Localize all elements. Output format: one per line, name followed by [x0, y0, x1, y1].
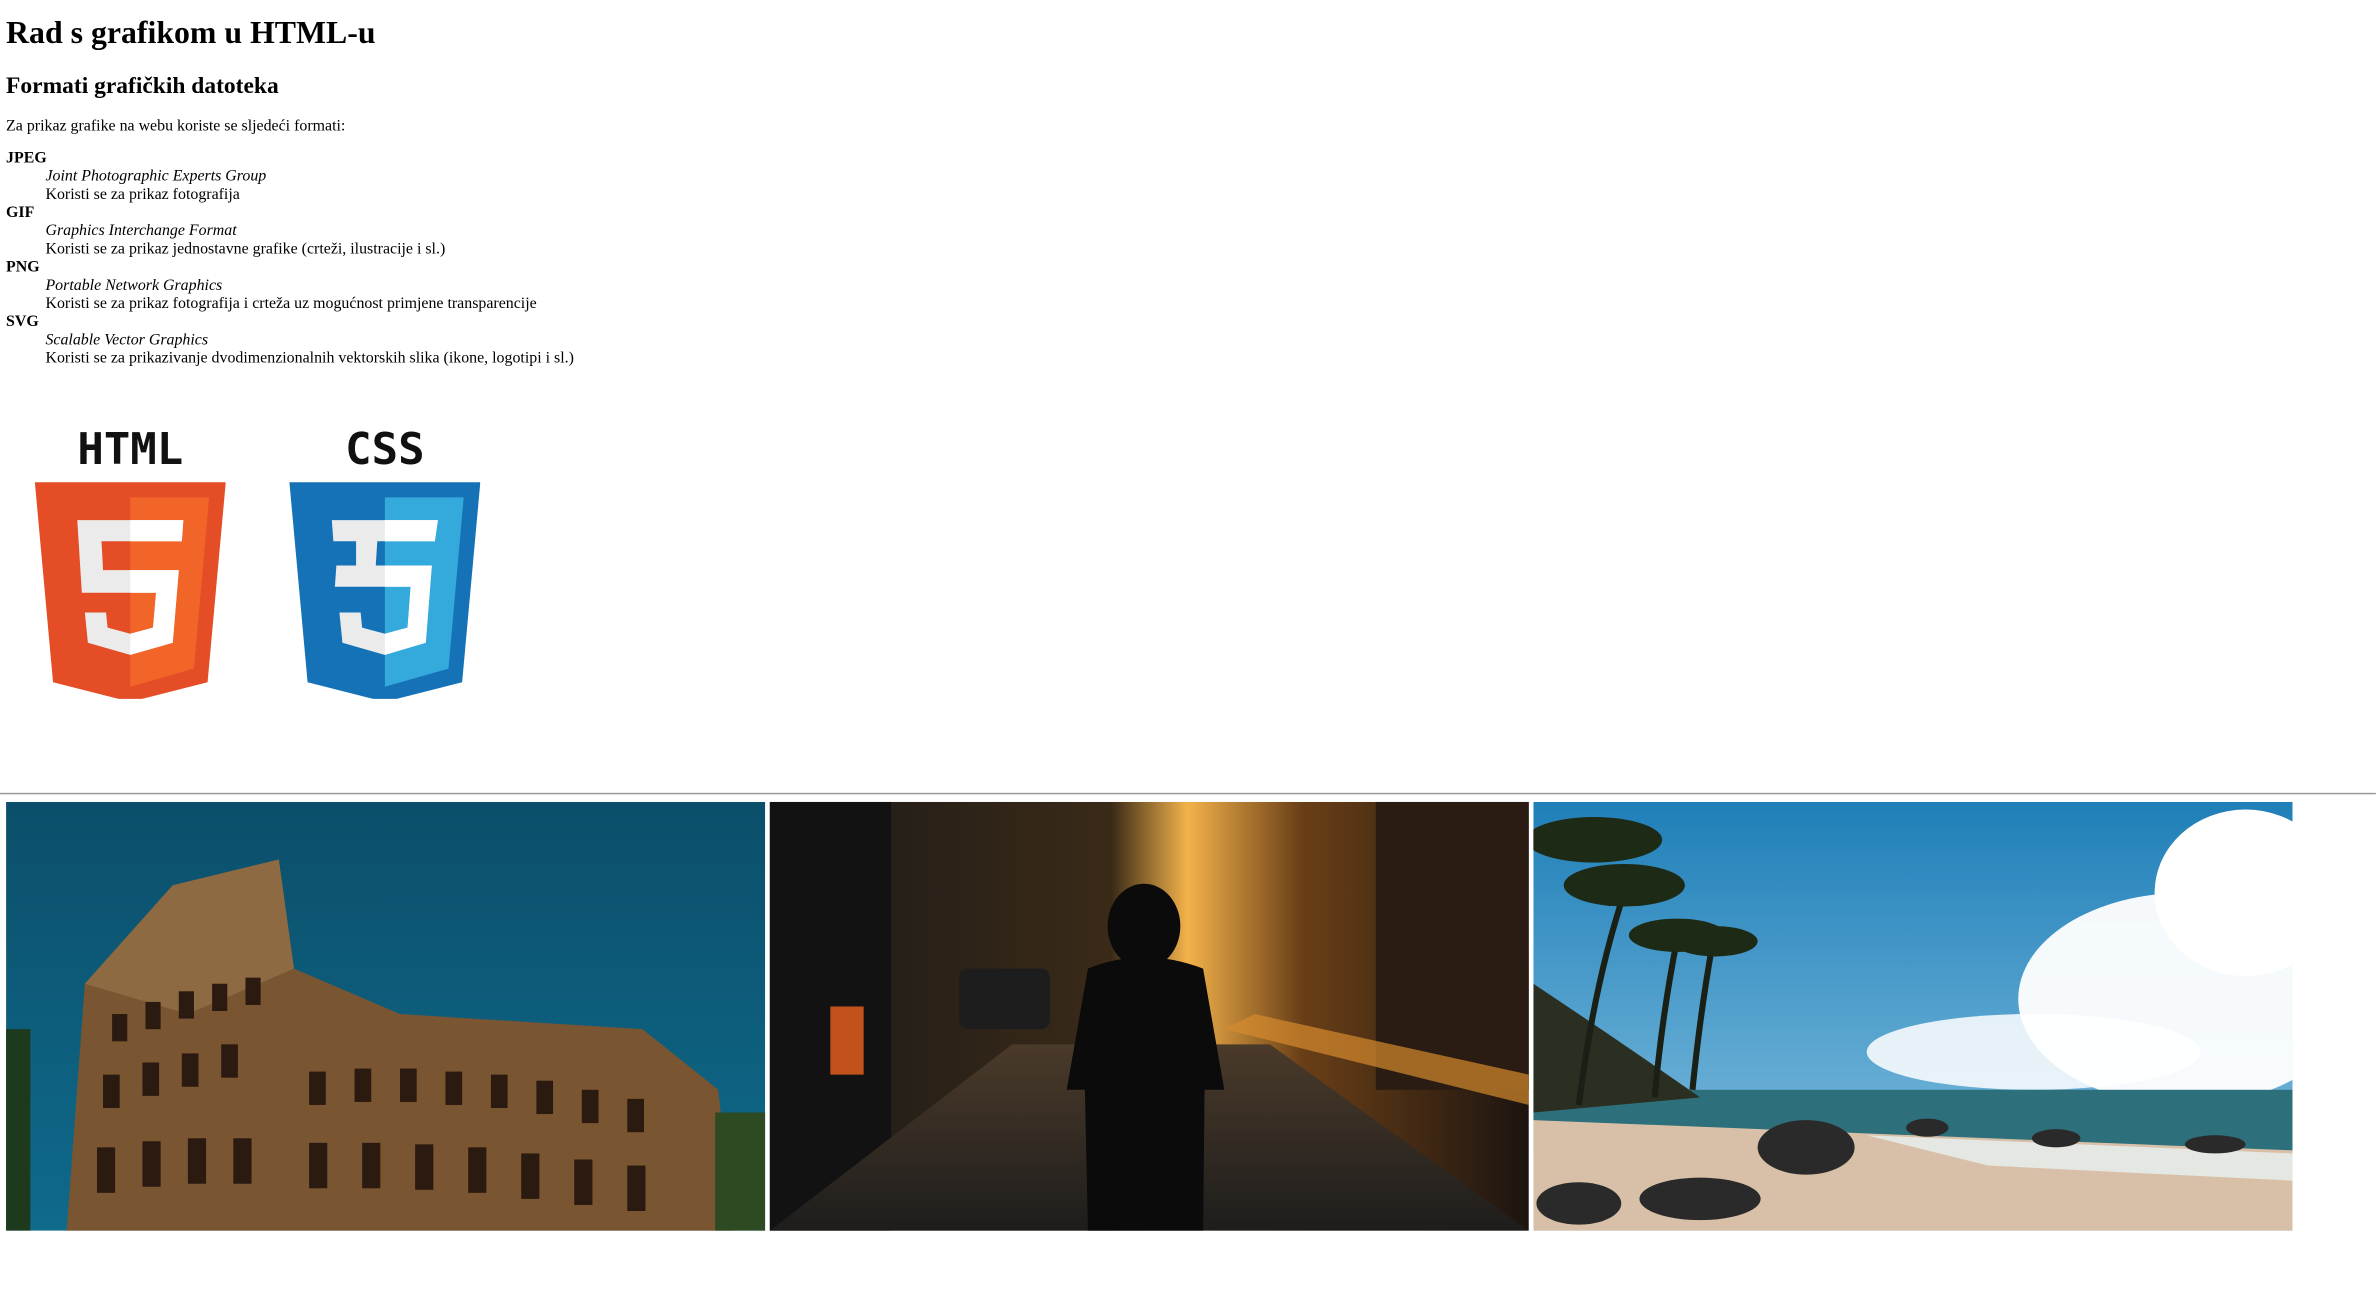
html5-logo-word: HTML: [77, 426, 183, 475]
photo-gallery: [6, 801, 2370, 1231]
format-definition: Graphics Interchange Format Koristi se z…: [45, 223, 2369, 259]
format-term: JPEG: [6, 150, 47, 168]
format-term: SVG: [6, 314, 39, 331]
format-full-name: Portable Network Graphics: [45, 277, 223, 295]
format-description: Koristi se za prikaz jednostavne grafike…: [45, 241, 446, 258]
format-definition: Joint Photographic Experts Group Koristi…: [45, 169, 2369, 205]
format-description: Koristi se za prikaz fotografija: [45, 186, 240, 204]
format-definition: Scalable Vector Graphics Koristi se za p…: [45, 332, 2369, 368]
html5-logo: HTML: [34, 426, 226, 699]
css3-logo-word: CSS: [345, 426, 424, 475]
logos-row: HTML CSS: [6, 426, 2370, 714]
formats-list: JPEG Joint Photographic Experts Group Ko…: [6, 150, 2370, 368]
format-description: Koristi se za prikaz fotografija i crtež…: [45, 295, 537, 313]
tropical-beach-photo: [1533, 801, 2293, 1231]
format-full-name: Scalable Vector Graphics: [45, 332, 209, 349]
format-term: GIF: [6, 204, 35, 222]
page-title: Rad s grafikom u HTML-u: [6, 14, 376, 51]
hooded-person-street-photo: [769, 801, 1529, 1231]
format-term: PNG: [6, 259, 40, 277]
format-full-name: Joint Photographic Experts Group: [45, 168, 267, 186]
css3-logo: CSS: [289, 426, 481, 699]
section-heading: Formati grafičkih datoteka: [6, 73, 279, 99]
format-full-name: Graphics Interchange Format: [45, 223, 237, 240]
intro-text: Za prikaz grafike na webu koriste se slj…: [6, 118, 346, 136]
format-description: Koristi se za prikazivanje dvodimenziona…: [45, 350, 574, 368]
colosseum-photo: [6, 801, 766, 1231]
format-definition: Portable Network Graphics Koristi se za …: [45, 278, 2369, 314]
horizontal-divider: [0, 792, 2376, 795]
